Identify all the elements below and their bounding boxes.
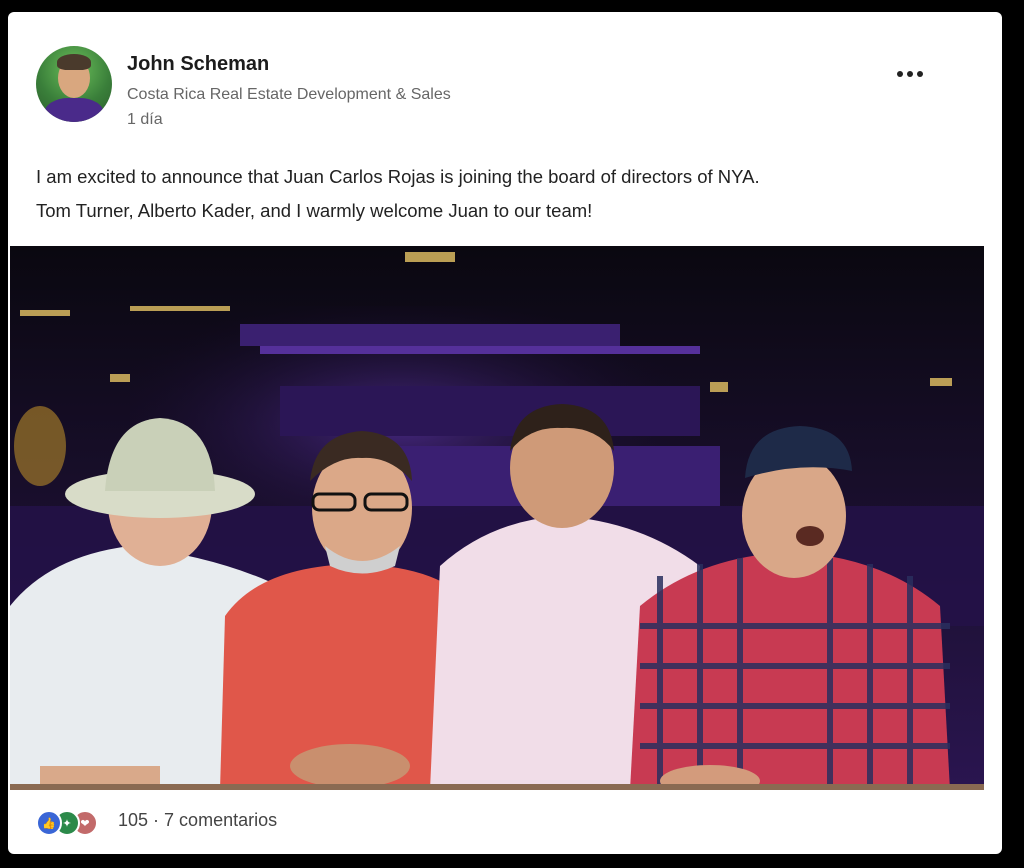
- author-name[interactable]: John Scheman: [127, 53, 269, 76]
- photo-illustration: [10, 246, 984, 790]
- comments-count[interactable]: 7 comentarios: [164, 810, 277, 830]
- avatar-shirt: [44, 98, 104, 122]
- post-body: I am excited to announce that Juan Carlo…: [36, 160, 976, 228]
- author-avatar[interactable]: [36, 46, 112, 122]
- post-timestamp: 1 día: [127, 111, 163, 128]
- more-options-button[interactable]: [890, 62, 930, 86]
- post-text-line: I am excited to announce that Juan Carlo…: [36, 166, 760, 187]
- count-separator: ·: [148, 810, 165, 830]
- post-header: John Scheman Costa Rica Real Estate Deve…: [8, 12, 1002, 152]
- post-card: John Scheman Costa Rica Real Estate Deve…: [8, 12, 1002, 854]
- social-counts: 105 · 7 comentarios: [118, 810, 277, 831]
- author-headline: Costa Rica Real Estate Development & Sal…: [127, 86, 451, 103]
- reactions-count[interactable]: 105: [118, 810, 148, 830]
- like-icon: 👍: [36, 810, 62, 836]
- ellipsis-icon: [897, 71, 903, 77]
- post-image[interactable]: [10, 246, 984, 790]
- avatar-hair: [57, 54, 91, 70]
- ellipsis-dot: [917, 71, 923, 77]
- ellipsis-dot: [907, 71, 913, 77]
- post-social-bar: 👍 ✦ ❤ 105 · 7 comentarios: [8, 802, 1002, 842]
- reaction-icons[interactable]: 👍 ✦ ❤: [36, 810, 110, 836]
- post-text-line: Tom Turner, Alberto Kader, and I warmly …: [36, 200, 593, 221]
